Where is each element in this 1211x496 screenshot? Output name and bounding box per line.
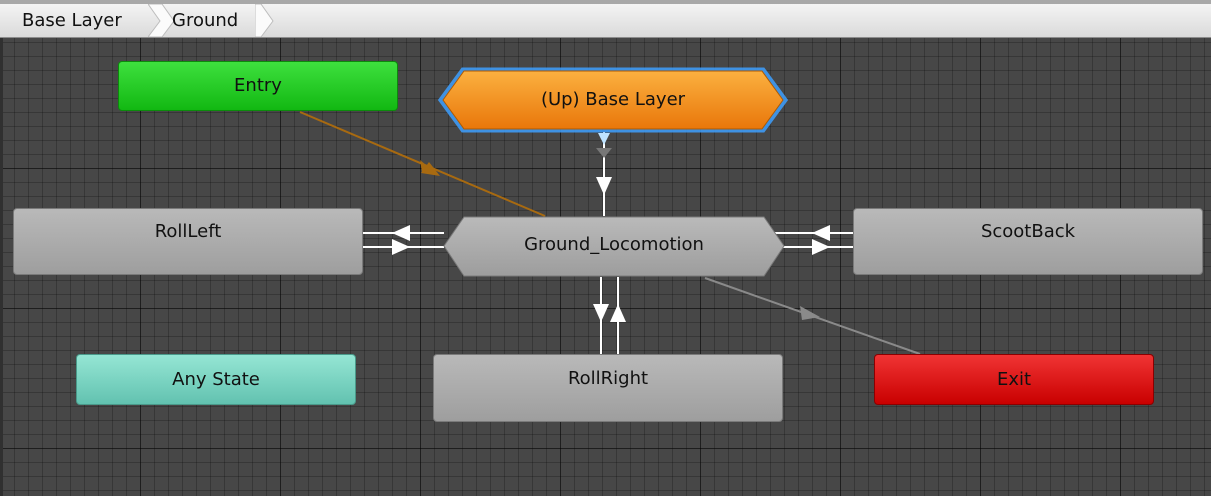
any-state-node[interactable]: Any State [76,354,356,405]
any-state-label: Any State [172,369,260,390]
up-connector-icon [598,133,610,145]
exit-node[interactable]: Exit [874,354,1154,405]
rollleft-state-node[interactable]: RollLeft [13,208,363,275]
rollright-state-node[interactable]: RollRight [433,354,783,422]
entry-node-label: Entry [234,75,282,96]
scootback-state-node[interactable]: ScootBack [853,208,1203,275]
entry-node[interactable]: Entry [118,61,398,111]
rollright-state-label: RollRight [567,368,649,389]
scootback-state-label: ScootBack [980,221,1076,242]
up-base-layer-node[interactable]: (Up) Base Layer [443,70,783,130]
ground-locomotion-state-node[interactable]: Ground_Locomotion [444,216,784,277]
exit-node-label: Exit [996,369,1032,390]
rollleft-state-label: RollLeft [154,221,222,242]
